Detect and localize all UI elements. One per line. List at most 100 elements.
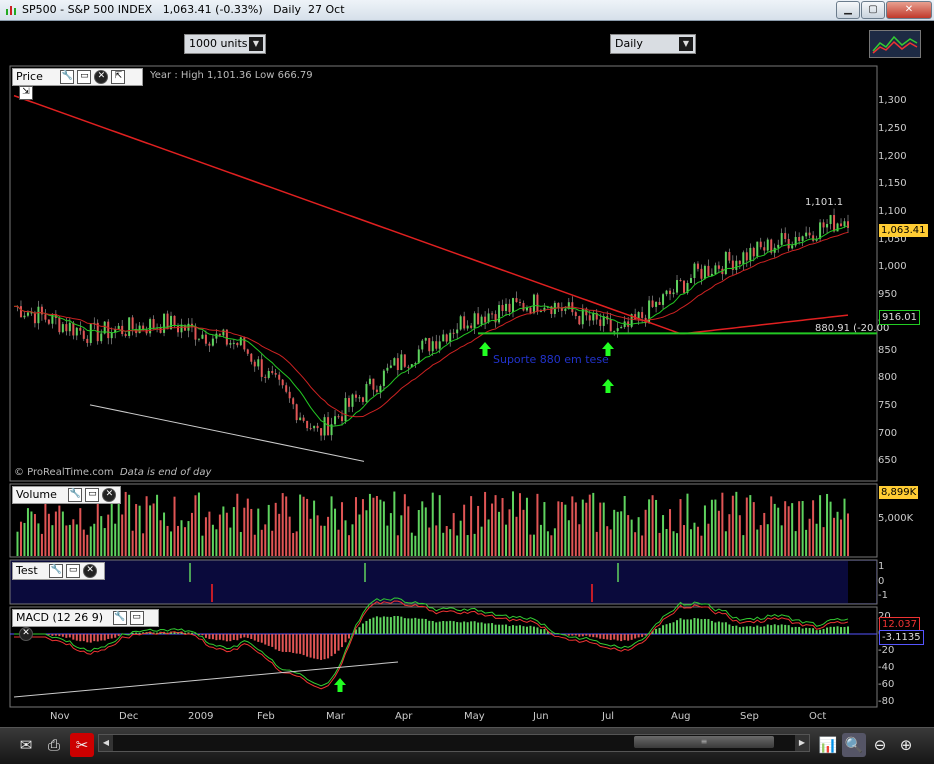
volume-bar xyxy=(261,530,263,556)
shrink-icon[interactable]: ⇲ xyxy=(19,86,33,100)
macd-histogram-bar xyxy=(693,618,695,634)
candle-body xyxy=(369,379,371,384)
candle-body xyxy=(599,320,601,326)
macd-histogram-bar xyxy=(498,625,500,634)
candle-body xyxy=(777,245,779,248)
window-icon[interactable]: ▭ xyxy=(66,564,80,578)
candle-body xyxy=(735,261,737,270)
volume-bar xyxy=(142,533,144,556)
candle-body xyxy=(837,223,839,231)
volume-bar xyxy=(404,494,406,556)
macd-histogram-bar xyxy=(721,622,723,634)
macd-histogram-bar xyxy=(505,625,507,634)
window-icon[interactable]: ▭ xyxy=(130,611,144,625)
candle-body xyxy=(564,309,566,311)
expand-icon[interactable]: ⇱ xyxy=(111,70,125,84)
mail-icon[interactable]: ✉ xyxy=(14,733,38,757)
price-label: Price xyxy=(16,70,43,83)
macd-histogram-bar xyxy=(718,622,720,634)
scroll-thumb[interactable]: ≡ xyxy=(634,736,774,748)
volume-bar xyxy=(198,493,200,556)
time-scrollbar[interactable]: ◀ ≡ ▶ xyxy=(98,734,810,752)
macd-histogram-bar xyxy=(802,629,804,634)
volume-bar xyxy=(453,513,455,556)
test-label: Test xyxy=(16,564,38,577)
macd-histogram-bar xyxy=(453,621,455,634)
price-tick: 1,250 xyxy=(878,123,907,134)
macd-histogram-bar xyxy=(379,617,381,634)
candle-body xyxy=(512,298,514,312)
macd-histogram-bar xyxy=(697,618,699,634)
macd-histogram-bar xyxy=(222,634,224,640)
macd-histogram-bar xyxy=(617,634,619,640)
volume-bar xyxy=(324,526,326,556)
zoom-in-icon[interactable]: ⊕ xyxy=(894,733,918,757)
macd-histogram-bar xyxy=(250,634,252,639)
close-icon[interactable]: ✕ xyxy=(83,564,97,578)
candle-body xyxy=(400,354,402,370)
macd-histogram-bar xyxy=(753,627,755,634)
crosshair-icon[interactable]: ✂ xyxy=(70,733,94,757)
macd-histogram-bar xyxy=(533,627,535,634)
scroll-left-icon[interactable]: ◀ xyxy=(99,735,113,751)
window-icon[interactable]: ▭ xyxy=(77,70,91,84)
candle-body xyxy=(65,324,67,331)
volume-bar xyxy=(386,526,388,556)
macd-histogram-bar xyxy=(299,634,301,654)
macd-histogram-bar xyxy=(592,634,594,637)
candle-body xyxy=(421,341,423,350)
candle-body xyxy=(194,327,196,339)
candle-body xyxy=(247,349,249,353)
candle-body xyxy=(205,335,207,344)
close-icon[interactable]: ✕ xyxy=(94,70,108,84)
candles-icon[interactable]: 📊 xyxy=(816,733,840,757)
zoom-select-icon[interactable]: 🔍 xyxy=(842,733,866,757)
volume-bar xyxy=(16,532,18,556)
wrench-icon[interactable]: 🔧 xyxy=(49,564,63,578)
volume-bar xyxy=(844,499,846,556)
volume-bar xyxy=(446,526,448,556)
volume-bar xyxy=(250,509,252,556)
candle-body xyxy=(700,269,702,279)
candle-body xyxy=(383,371,385,386)
macd-histogram-bar xyxy=(268,634,270,646)
candle-body xyxy=(27,313,29,316)
wrench-icon[interactable]: 🔧 xyxy=(113,611,127,625)
macd-histogram-bar xyxy=(589,634,591,637)
close-icon[interactable]: ✕ xyxy=(19,627,33,641)
candle-body xyxy=(474,313,476,328)
wrench-icon[interactable]: 🔧 xyxy=(68,488,82,502)
candle-body xyxy=(718,265,720,268)
macd-histogram-bar xyxy=(840,627,842,634)
candle-body xyxy=(498,305,500,322)
volume-bar xyxy=(114,524,116,556)
macd-histogram-bar xyxy=(515,626,517,634)
macd-histogram-bar xyxy=(404,618,406,634)
candle-body xyxy=(243,337,245,349)
candle-body xyxy=(240,337,242,345)
close-icon[interactable]: ✕ xyxy=(102,488,116,502)
window-icon[interactable]: ▭ xyxy=(85,488,99,502)
volume-bar xyxy=(742,535,744,556)
zoom-out-icon[interactable]: ⊖ xyxy=(868,733,892,757)
scroll-right-icon[interactable]: ▶ xyxy=(795,735,809,751)
print-icon[interactable]: ⎙ xyxy=(42,733,66,757)
macd-histogram-bar xyxy=(791,627,793,634)
volume-bar xyxy=(564,505,566,556)
volume-bar xyxy=(257,509,259,556)
macd-histogram-bar xyxy=(749,626,751,634)
volume-bar xyxy=(439,495,441,556)
macd-histogram-bar xyxy=(306,634,308,657)
candle-body xyxy=(575,312,577,316)
wrench-icon[interactable]: 🔧 xyxy=(60,70,74,84)
candle-body xyxy=(833,215,835,231)
candle-body xyxy=(282,380,284,386)
volume-bar xyxy=(770,496,772,556)
macd-histogram-bar xyxy=(777,625,779,634)
macd-histogram-bar xyxy=(243,634,245,637)
volume-bar xyxy=(557,501,559,556)
volume-bar xyxy=(93,524,95,556)
macd-histogram-bar xyxy=(585,634,587,636)
candle-body xyxy=(690,278,692,283)
macd-histogram-bar xyxy=(470,621,472,634)
